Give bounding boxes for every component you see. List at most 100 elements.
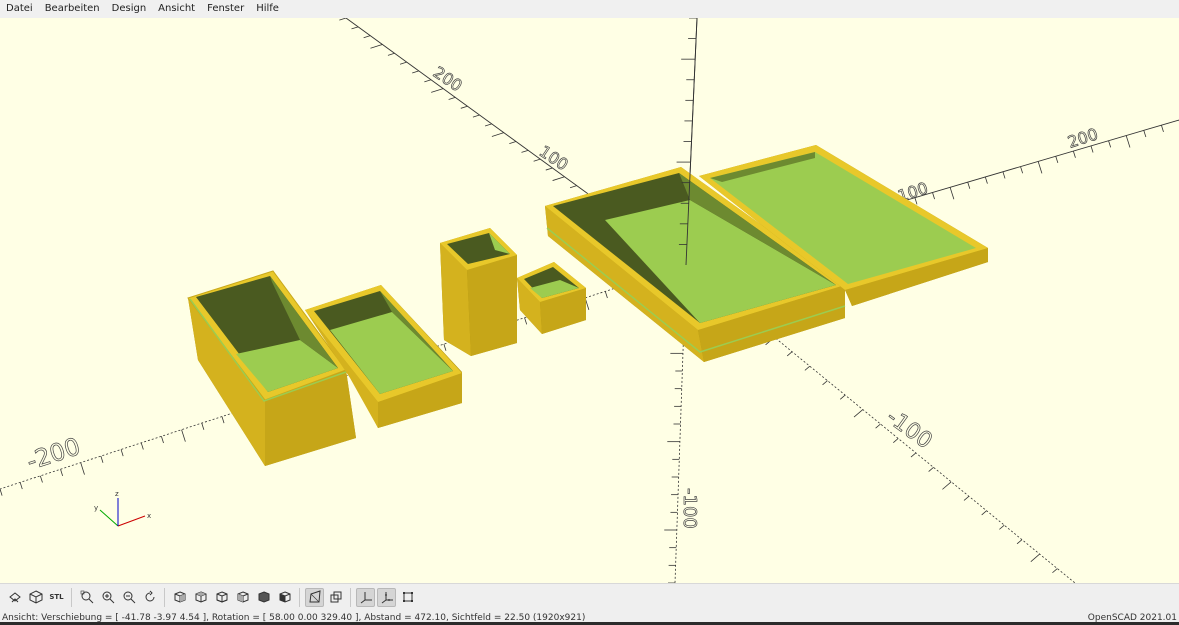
- axis-tick: [472, 114, 480, 118]
- show-axes-icon: [360, 592, 372, 604]
- axis-tick: [120, 449, 124, 457]
- show-scale-icon: [381, 592, 393, 604]
- axis-label-y-neg-100: -100: [881, 405, 936, 455]
- view-top-button[interactable]: [191, 588, 210, 607]
- axis-tick: [1108, 140, 1112, 148]
- view-front-button[interactable]: [254, 588, 273, 607]
- axis-tick: [1161, 125, 1164, 132]
- axis-tick: [545, 167, 553, 171]
- perspective-icon: [308, 590, 321, 603]
- menu-bearbeiten[interactable]: Bearbeiten: [39, 0, 106, 18]
- model-box-small-cube: [517, 262, 586, 334]
- axis-tick: [201, 422, 205, 430]
- view-back-icon: [279, 591, 290, 603]
- axis-tick: [1037, 161, 1043, 174]
- axis-tick: [431, 88, 444, 93]
- axis-tick: [1055, 156, 1059, 164]
- axis-tick: [981, 510, 987, 516]
- view-right-button[interactable]: [170, 588, 189, 607]
- view-back-button[interactable]: [275, 588, 294, 607]
- menu-hilfe[interactable]: Hilfe: [250, 0, 285, 18]
- axis-tick: [1090, 145, 1094, 153]
- axis-tick: [221, 416, 225, 424]
- axis-tick: [484, 123, 492, 127]
- axis-tick: [161, 436, 164, 444]
- axis-tick: [60, 469, 64, 477]
- axis-tick: [552, 176, 565, 181]
- axis-tick: [521, 149, 529, 153]
- axis-tick: [1125, 135, 1131, 148]
- view-all-icon: [80, 590, 93, 604]
- axis-tick: [875, 423, 881, 429]
- axis-tick: [1143, 130, 1147, 138]
- show-edges-icon: [402, 592, 413, 602]
- gizmo-label-y: y: [94, 504, 98, 512]
- toolbar-separator: [299, 587, 300, 607]
- axis-tick: [448, 97, 456, 100]
- view-top-icon: [195, 591, 206, 603]
- axis-tick: [100, 455, 104, 463]
- viewport-canvas[interactable]: 200 100 200 100 -200 -100 -100 x y z: [0, 18, 1179, 583]
- gizmo-label-x: x: [147, 512, 151, 520]
- axis-tick: [39, 475, 43, 483]
- view-left-icon: [237, 591, 248, 603]
- axis-tick: [19, 482, 23, 490]
- menu-fenster[interactable]: Fenster: [201, 0, 250, 18]
- axis-label-y-200: 200: [430, 63, 466, 96]
- view-bottom-button[interactable]: [212, 588, 231, 607]
- axis-tick: [822, 380, 828, 386]
- axis-tick: [569, 185, 577, 189]
- gizmo-label-z: z: [115, 490, 119, 498]
- view-right-icon: [174, 591, 185, 603]
- menu-ansicht[interactable]: Ansicht: [152, 0, 201, 18]
- axis-tick: [928, 467, 934, 472]
- axis-label-x-200: 200: [1065, 124, 1100, 152]
- reset-view-icon: [145, 590, 154, 602]
- axis-tick: [910, 452, 917, 458]
- model-box-tall: [187, 270, 356, 466]
- axis-tick: [932, 192, 935, 200]
- axis-tick: [604, 291, 608, 299]
- axis-tick: [370, 44, 383, 49]
- axis-tick: [1072, 150, 1076, 158]
- view-toolbar: STL: [0, 583, 1179, 610]
- axis-tick: [967, 182, 971, 189]
- reset-view-button[interactable]: [140, 588, 159, 607]
- toolbar-separator: [71, 587, 72, 607]
- view-all-button[interactable]: [77, 588, 96, 607]
- preview-button[interactable]: [5, 588, 24, 607]
- axis-tick: [839, 394, 846, 400]
- menu-datei[interactable]: Datei: [0, 0, 39, 18]
- menu-design[interactable]: Design: [106, 0, 153, 18]
- zoom-out-icon: [123, 591, 135, 604]
- axis-label-y-100: 100: [536, 142, 572, 175]
- axis-tick: [999, 524, 1005, 530]
- view-left-button[interactable]: [233, 588, 252, 607]
- axis-tick: [443, 343, 447, 351]
- show-edges-button[interactable]: [398, 588, 417, 607]
- axis-tick: [0, 488, 3, 496]
- axis-tick: [1016, 539, 1023, 545]
- 3d-viewport[interactable]: 200 100 200 100 -200 -100 -100 x y z: [0, 18, 1179, 583]
- perspective-button[interactable]: [305, 587, 324, 607]
- render-button[interactable]: [26, 588, 45, 607]
- axis-tick: [942, 481, 952, 490]
- render-cube-icon: [29, 590, 42, 604]
- export-stl-button[interactable]: STL: [47, 588, 66, 607]
- axis-ticks: [0, 18, 1179, 583]
- axis-label-x-neg-200: -200: [23, 432, 83, 475]
- show-axes-button[interactable]: [356, 587, 375, 607]
- axis-tick: [424, 79, 432, 83]
- axis-tick: [339, 18, 347, 21]
- toolbar-separator: [350, 587, 351, 607]
- axis-tick: [181, 429, 186, 442]
- axis-tick: [1030, 553, 1040, 562]
- axis-tick: [786, 351, 793, 357]
- axis-tick: [1002, 171, 1006, 179]
- orthogonal-button[interactable]: [326, 588, 345, 607]
- zoom-in-button[interactable]: [98, 588, 117, 607]
- zoom-in-icon: [102, 591, 114, 604]
- show-scale-button[interactable]: [377, 587, 396, 607]
- orthogonal-icon: [330, 591, 341, 603]
- zoom-out-button[interactable]: [119, 588, 138, 607]
